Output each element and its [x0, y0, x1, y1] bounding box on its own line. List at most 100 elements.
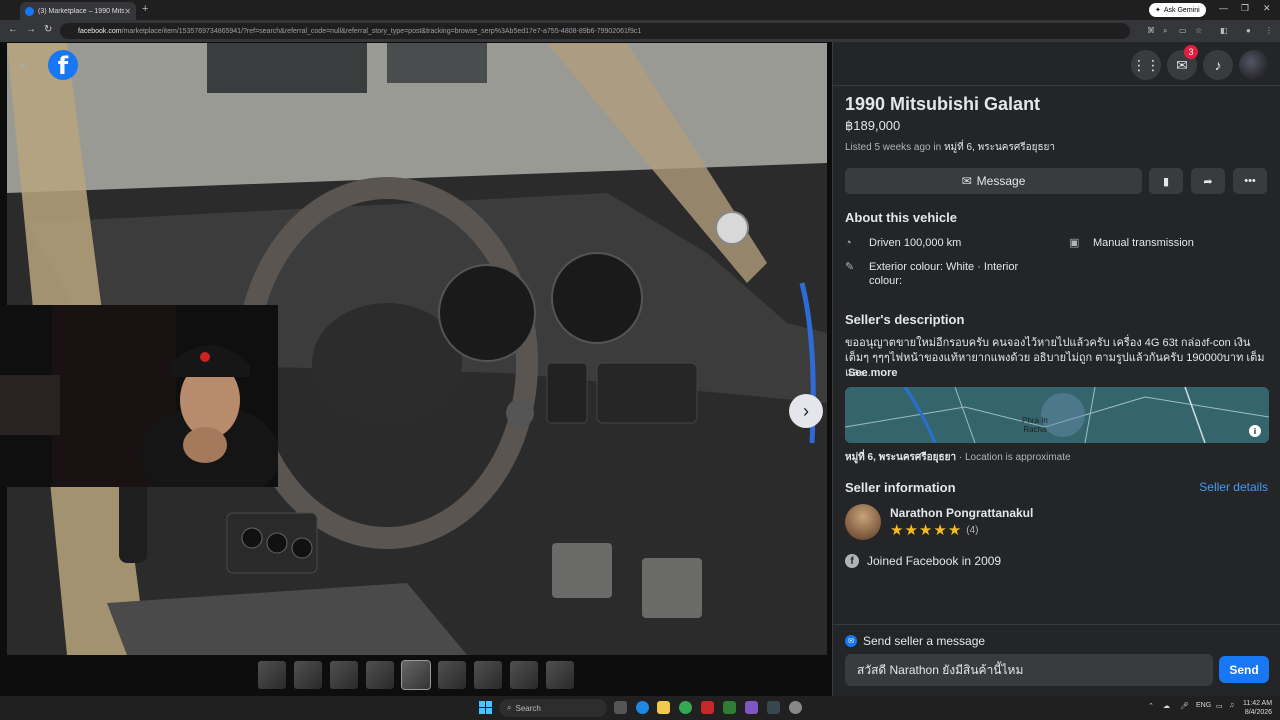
language-indicator[interactable]: ENG: [1196, 702, 1211, 709]
tab-close-icon[interactable]: ✕: [124, 7, 131, 16]
taskbar-search-label: Search: [515, 703, 541, 713]
account-avatar[interactable]: [1239, 50, 1269, 80]
address-bar[interactable]: facebook.com/marketplace/item/1535769734…: [60, 23, 1130, 39]
seller-description-text: ขออนุญาตขายใหม่อีกรอบครับ คนจองไว้หายไปแ…: [845, 337, 1265, 379]
window-close-icon[interactable]: ✕: [1263, 3, 1271, 14]
joined-label: Joined Facebook in 2009: [867, 554, 1002, 568]
photo-thumbnail[interactable]: [474, 661, 502, 689]
colour-spec: ✎ Exterior colour: White · Interior colou…: [845, 260, 1018, 288]
listed-time: Listed 5 weeks ago in: [845, 142, 944, 153]
facebook-icon: f: [845, 554, 859, 568]
ask-gemini-button[interactable]: ✦ Ask Gemini: [1149, 3, 1206, 17]
adobe-icon[interactable]: [701, 701, 714, 714]
app-icon[interactable]: [745, 701, 758, 714]
tab-title: (3) Marketplace – 1990 Mitsubi: [38, 7, 125, 15]
minimize-icon[interactable]: —: [1219, 3, 1228, 13]
photo-thumbnail[interactable]: [258, 661, 286, 689]
driven-spec: ◔ Driven 100,000 km: [845, 236, 961, 250]
star-icon: ★: [904, 522, 918, 539]
volume-icon[interactable]: ♫: [1229, 702, 1234, 709]
extensions-icon[interactable]: ◧: [1220, 26, 1228, 35]
cast-icon[interactable]: ▭: [1179, 26, 1187, 35]
paint-brush-icon: ✎: [845, 261, 855, 273]
photo-thumbnail[interactable]: [546, 661, 574, 689]
notifications-bell-icon[interactable]: ♪: [1203, 50, 1233, 80]
map-illustration: [845, 387, 1269, 443]
more-options-button[interactable]: •••: [1233, 168, 1267, 194]
photo-thumbnail-active[interactable]: [401, 660, 431, 690]
transmission-spec: ▣ Manual transmission: [1069, 236, 1194, 250]
browser-tab-bar: (3) Marketplace – 1990 Mitsubi ✕ + ✦ Ask…: [0, 0, 1280, 20]
share-button[interactable]: ➦: [1191, 168, 1225, 194]
url-path: /marketplace/item/1535769734865941/?ref=…: [121, 27, 642, 35]
obs-icon[interactable]: [789, 701, 802, 714]
seller-details-link[interactable]: Seller details: [1199, 480, 1268, 494]
transmission-label: Manual transmission: [1093, 237, 1194, 249]
send-heading-label: Send seller a message: [863, 634, 986, 648]
photo-viewer: ✕ f ›: [0, 42, 832, 696]
seller-information-heading: Seller information: [845, 480, 956, 495]
chrome-icon[interactable]: [679, 701, 692, 714]
microphone-icon[interactable]: 🎤︎: [1180, 702, 1189, 710]
network-icon[interactable]: ▭: [1216, 702, 1223, 710]
seller-rating[interactable]: ★ ★ ★ ★ ★ (4): [890, 523, 979, 538]
listing-details-panel: ⋮⋮ ✉ 3 ♪ 1990 Mitsubishi Galant ฿189,000…: [832, 42, 1280, 696]
notification-badge: 3: [1184, 45, 1198, 59]
photo-thumbnail[interactable]: [294, 661, 322, 689]
star-icon: ★: [947, 522, 962, 539]
windows-start-icon[interactable]: [479, 701, 492, 714]
edge-icon[interactable]: [636, 701, 649, 714]
listing-price: ฿189,000: [845, 118, 901, 133]
joined-facebook: f Joined Facebook in 2009: [845, 554, 1001, 568]
clock-date: 8/4/2026: [1244, 709, 1273, 716]
profile-icon[interactable]: ●: [1246, 26, 1251, 35]
bookmark-star-icon[interactable]: ☆: [1195, 26, 1202, 35]
speedometer-icon: ◔: [845, 237, 852, 249]
location-name: หมู่ที่ 6, พระนครศรีอยุธยา: [845, 452, 957, 463]
photo-thumbnail[interactable]: [438, 661, 466, 689]
close-viewer-icon[interactable]: ✕: [18, 58, 29, 74]
see-more-link[interactable]: See more: [848, 367, 898, 379]
message-input[interactable]: [845, 654, 1213, 686]
send-message-heading: ✉ Send seller a message: [845, 634, 985, 648]
seller-name[interactable]: Narathon Pongrattanakul: [890, 506, 1033, 520]
next-photo-button[interactable]: ›: [789, 394, 823, 428]
chevron-right-icon: ›: [803, 400, 809, 421]
steam-icon[interactable]: [767, 701, 780, 714]
facebook-logo-icon[interactable]: f: [48, 50, 78, 80]
bookmark-icon: ▮: [1162, 175, 1170, 188]
zoom-icon[interactable]: ⌕: [1163, 26, 1167, 36]
approx-location: หมู่ที่ 6, พระนครศรีอยุธยา · Location is…: [845, 450, 1071, 465]
file-explorer-icon[interactable]: [657, 701, 670, 714]
task-view-icon[interactable]: [614, 701, 627, 714]
menu-icon[interactable]: ⋮: [1265, 26, 1273, 35]
message-button[interactable]: ✉ Message: [845, 168, 1142, 194]
taskbar-search[interactable]: ⌕ Search: [499, 699, 607, 717]
taskbar-clock[interactable]: 11:42 AM 8/4/2026: [1243, 699, 1272, 717]
listed-location-link[interactable]: หมู่ที่ 6, พระนครศรีอยุธยา: [944, 142, 1055, 153]
send-button[interactable]: Send: [1219, 656, 1269, 683]
tray-app-icon[interactable]: ☁: [1163, 702, 1170, 710]
map-info-icon[interactable]: i: [1249, 425, 1261, 437]
seller-avatar[interactable]: [845, 504, 881, 540]
photo-thumbnail[interactable]: [330, 661, 358, 689]
back-icon[interactable]: ←: [8, 24, 18, 35]
forward-icon[interactable]: →: [26, 24, 36, 35]
tray-chevron-icon[interactable]: ⌃: [1148, 702, 1154, 710]
location-map[interactable]: Phra In Racha i: [845, 387, 1269, 443]
browser-tab[interactable]: (3) Marketplace – 1990 Mitsubi ✕: [20, 2, 136, 20]
colour-line-2: colour:: [869, 275, 903, 287]
new-tab-icon[interactable]: +: [142, 3, 148, 15]
translate-icon[interactable]: ⌘: [1147, 26, 1155, 35]
xbox-icon[interactable]: [723, 701, 736, 714]
restore-icon[interactable]: ❐: [1241, 3, 1249, 14]
webcam-overlay: [0, 305, 278, 487]
photo-thumbnail[interactable]: [510, 661, 538, 689]
colour-line-1: Exterior colour: White · Interior: [869, 261, 1019, 273]
save-button[interactable]: ▮: [1149, 168, 1183, 194]
reload-icon[interactable]: ↻: [44, 24, 52, 35]
rating-count: (4): [966, 525, 979, 536]
message-label: Message: [976, 174, 1026, 188]
apps-menu-icon[interactable]: ⋮⋮: [1131, 50, 1161, 80]
photo-thumbnail[interactable]: [366, 661, 394, 689]
